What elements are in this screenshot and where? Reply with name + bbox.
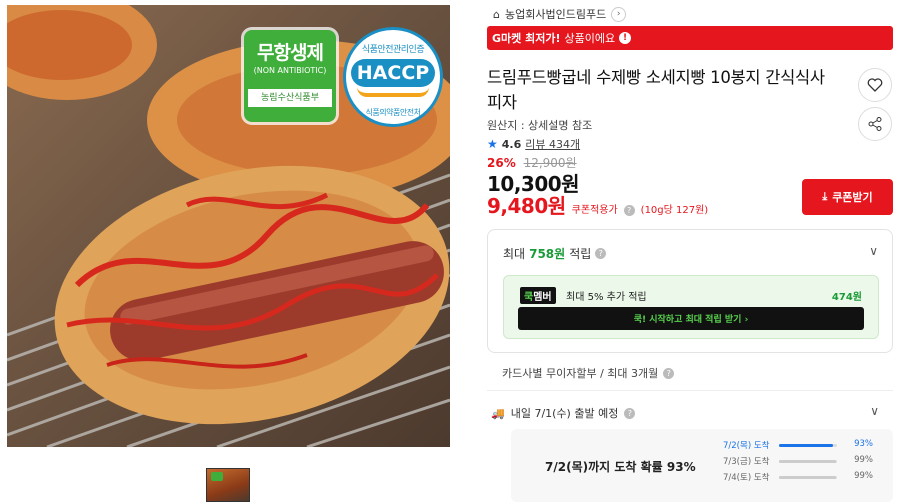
coupon-price-row: 9,480원 쿠폰적용가 ? (10g당 127원): [487, 190, 708, 219]
help-icon[interactable]: ?: [595, 248, 607, 259]
download-icon: ⤓: [822, 190, 828, 203]
get-coupon-button[interactable]: ⤓ 쿠폰받기: [802, 179, 893, 215]
arrival-bar: [779, 444, 837, 447]
member-tag-text: 멤버: [533, 292, 552, 303]
seller-name: 농업회사법인드림푸드: [504, 8, 607, 21]
membership-box: 쿡멤버 최대 5% 추가 적립 474원 쿡! 시작하고 최대 적립 받기 ›: [503, 275, 879, 339]
product-main-image: 무항생제 (NON ANTIBIOTIC) 농림수산식품부 식품안전관리인증 H…: [7, 5, 450, 447]
rating-score: 4.6: [501, 137, 522, 151]
coupon-button-label: 쿠폰받기: [832, 191, 873, 204]
arrival-bar-fill: [779, 476, 837, 479]
help-icon[interactable]: ?: [663, 367, 675, 379]
share-icon: [868, 117, 882, 131]
product-info-panel: ⌂ 농업회사법인드림푸드 › G마켓 최저가! 상품이에요 ! 드림푸드빵굽네 …: [487, 0, 893, 502]
member-tag-highlight: 쿡: [524, 292, 534, 303]
unit-price: (10g당 127원): [640, 205, 709, 216]
divider: [487, 390, 893, 391]
rating-row: ★ 4.6 리뷰 434개: [487, 136, 580, 152]
share-button[interactable]: [858, 107, 892, 141]
origin-text: 원산지 : 상세설명 참조: [487, 119, 593, 132]
thumbnail-1[interactable]: [206, 468, 250, 502]
shipping-text: 내일 7/1(수) 출발 예정: [510, 407, 619, 420]
coupon-label: 쿠폰적용가: [571, 205, 618, 216]
points-header[interactable]: 최대 758원 적립 ?: [503, 245, 607, 262]
non-antibiotic-badge: 무항생제 (NON ANTIBIOTIC) 농림수산식품부: [244, 30, 336, 122]
arrival-pct: 99%: [854, 471, 873, 481]
arrival-date: 7/2(목) 도착: [723, 441, 770, 451]
points-panel: 최대 758원 적립 ? ∨ 쿡멤버 최대 5% 추가 적립 474원 쿡! 시…: [487, 229, 893, 353]
truck-icon: 🚚: [491, 406, 505, 420]
badge-title: 무항생제: [257, 42, 324, 64]
chevron-right-icon: ›: [611, 6, 627, 22]
review-count-link[interactable]: 리뷰 434개: [525, 136, 580, 152]
member-tag: 쿡멤버: [520, 287, 556, 304]
card-installment-row: 카드사별 무이자할부 / 최대 3개월 ?: [502, 365, 675, 381]
seller-link[interactable]: ⌂ 농업회사법인드림푸드 ›: [493, 5, 627, 23]
haccp-top-text: 식품안전관리인증: [361, 45, 425, 55]
lowest-price-banner[interactable]: G마켓 최저가! 상품이에요 !: [487, 26, 893, 50]
star-icon: ★: [487, 137, 498, 151]
banner-highlight: G마켓 최저가!: [492, 32, 561, 45]
heart-icon: [867, 78, 883, 92]
arrival-bar-fill: [779, 444, 833, 447]
arrival-pct: 99%: [854, 455, 873, 465]
membership-start-button[interactable]: 쿡! 시작하고 최대 적립 받기 ›: [518, 307, 864, 330]
arrival-probability-box: 7/2(목)까지 도착 확률 93% 7/2(목) 도착 93% 7/3(금) 도착…: [511, 429, 893, 502]
arrival-bar: [779, 460, 837, 463]
home-icon: ⌂: [493, 7, 500, 21]
shipping-row[interactable]: 🚚 내일 7/1(수) 출발 예정 ?: [491, 405, 636, 421]
member-benefit-text: 최대 5% 추가 적립: [566, 292, 647, 303]
haccp-swoosh-icon: [357, 87, 429, 97]
arrival-row: 7/4(토) 도착 99%: [723, 471, 873, 483]
banner-text: 상품이에요: [564, 32, 616, 45]
card-installment-text: 카드사별 무이자할부 / 최대 3개월: [502, 367, 659, 380]
arrival-row: 7/2(목) 도착 93%: [723, 439, 873, 451]
arrival-bar-fill: [779, 460, 837, 463]
haccp-footer: 식품의약품안전처: [365, 108, 421, 117]
member-benefit-amount: 474원: [831, 292, 862, 303]
haccp-badge: 식품안전관리인증 HACCP 식품의약품안전처: [343, 27, 443, 127]
arrival-date: 7/4(토) 도착: [723, 473, 770, 483]
arrival-row: 7/3(금) 도착 99%: [723, 455, 873, 467]
badge-subtitle: (NON ANTIBIOTIC): [253, 66, 327, 75]
chevron-down-icon[interactable]: ∨: [870, 404, 879, 418]
chevron-down-icon[interactable]: ∨: [869, 244, 878, 258]
badge-footer: 농림수산식품부: [248, 89, 332, 107]
arrival-summary: 7/2(목)까지 도착 확률 93%: [545, 460, 696, 474]
help-icon[interactable]: ?: [623, 205, 635, 216]
help-icon[interactable]: ?: [624, 407, 636, 419]
points-amount: 758원: [529, 247, 566, 261]
wishlist-button[interactable]: [858, 68, 892, 102]
arrival-pct: 93%: [854, 439, 873, 449]
coupon-price: 9,480원: [487, 194, 566, 218]
points-suffix: 적립: [569, 247, 592, 261]
arrival-bar: [779, 476, 837, 479]
thumb-badge-icon: [211, 472, 223, 481]
product-title: 드림푸드빵굽네 수제빵 소세지빵 10봉지 간식식사피자: [487, 68, 825, 112]
info-icon: !: [619, 32, 632, 44]
haccp-title: HACCP: [351, 59, 435, 87]
arrival-date: 7/3(금) 도착: [723, 457, 770, 467]
points-prefix: 최대: [503, 247, 526, 261]
